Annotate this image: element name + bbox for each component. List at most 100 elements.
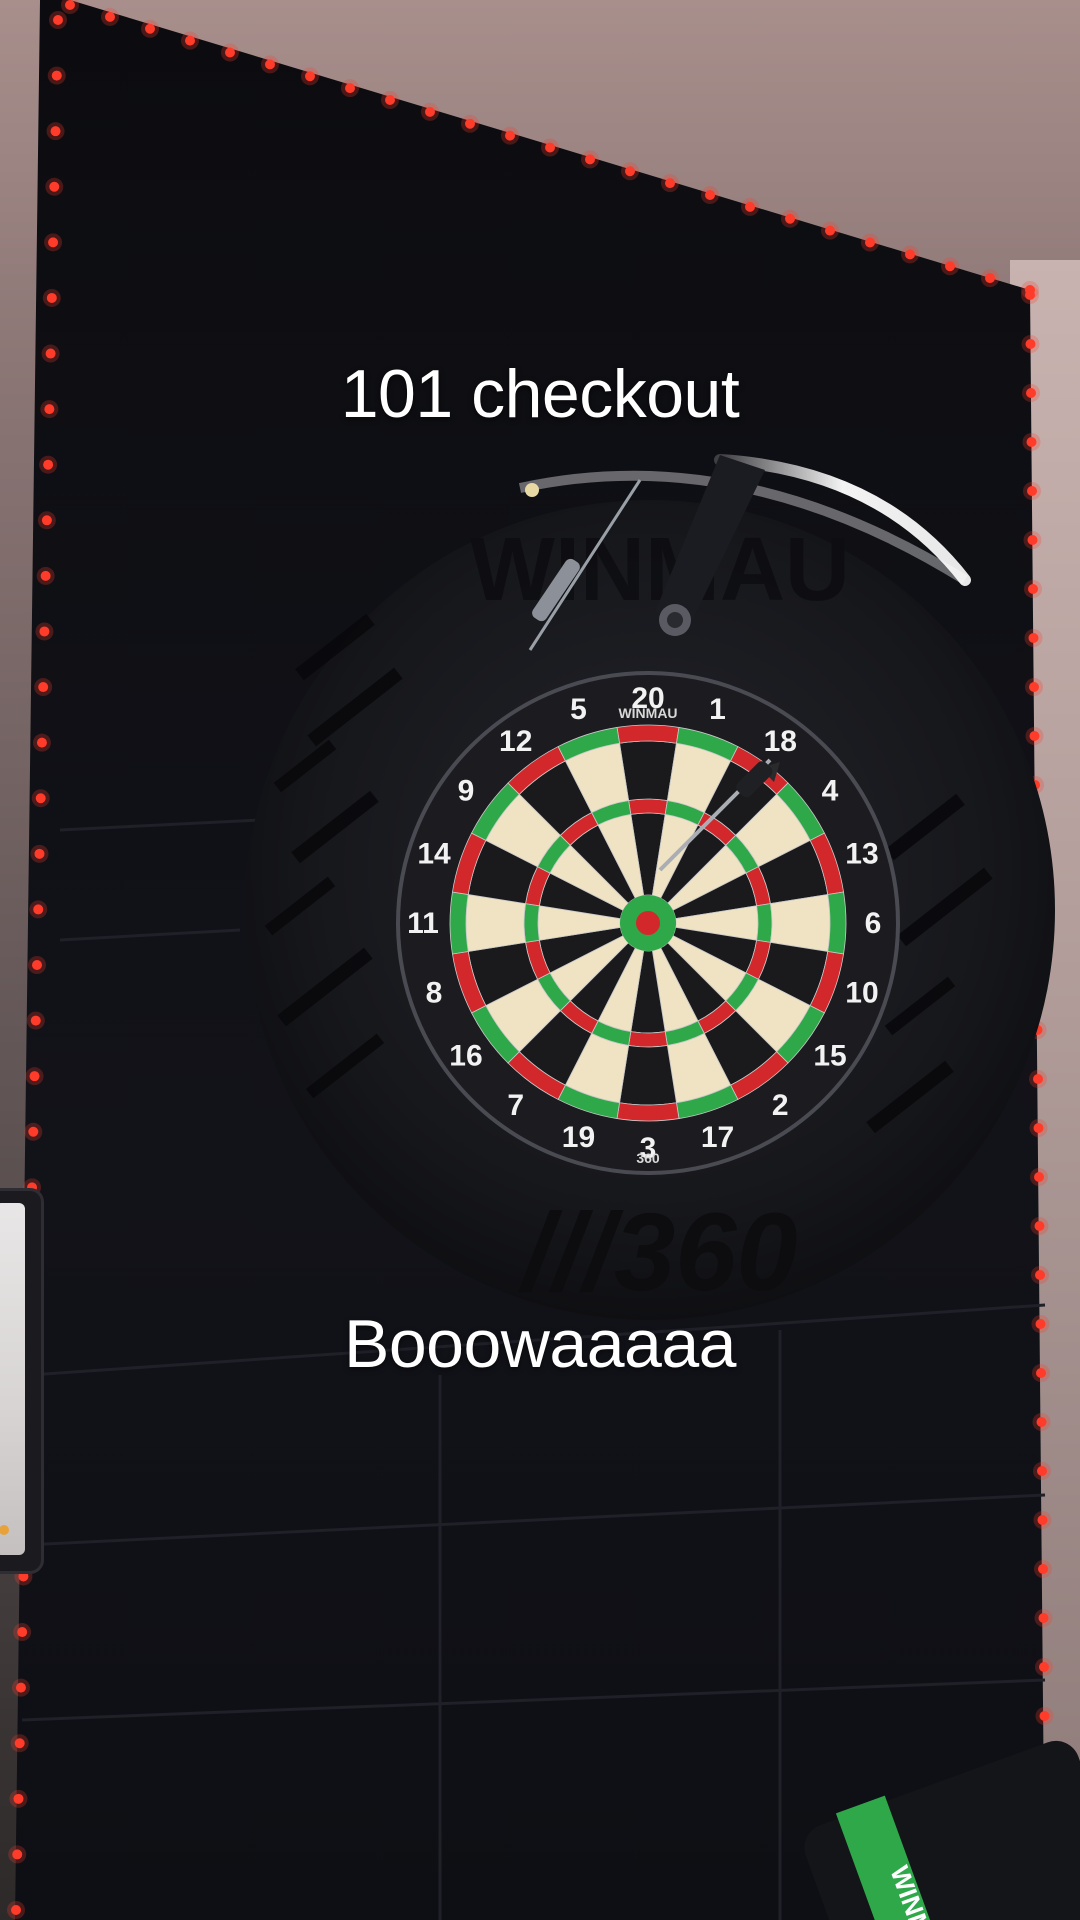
led-dot bbox=[41, 515, 52, 526]
outer-single-11 bbox=[465, 894, 526, 952]
led-dot bbox=[1039, 1711, 1050, 1721]
led-dot bbox=[1033, 1074, 1043, 1084]
led-dot bbox=[1028, 633, 1039, 643]
board-model-label: 360 bbox=[636, 1150, 660, 1166]
caption-top: 101 checkout bbox=[340, 356, 740, 432]
led-dot bbox=[36, 737, 47, 748]
led-dot bbox=[545, 142, 555, 153]
led-dot bbox=[1034, 1221, 1045, 1231]
led-dot bbox=[625, 166, 635, 177]
led-dot bbox=[40, 570, 51, 581]
led-dot bbox=[1037, 1515, 1048, 1525]
led-dot bbox=[1027, 535, 1038, 545]
led-dot bbox=[46, 292, 57, 303]
led-dot bbox=[13, 1793, 24, 1804]
double-11 bbox=[449, 891, 469, 955]
led-dot bbox=[1025, 339, 1036, 349]
board-number-6: 6 bbox=[865, 907, 882, 940]
double-20 bbox=[616, 724, 680, 744]
led-dot bbox=[1034, 1172, 1044, 1182]
led-dot bbox=[35, 793, 46, 804]
led-dot bbox=[905, 249, 915, 260]
led-dot bbox=[51, 70, 62, 81]
led-dot bbox=[425, 106, 435, 117]
dartboard: 20 11841361015217319716811149125 WINMAU360 bbox=[396, 671, 900, 1175]
led-dot bbox=[12, 1849, 23, 1860]
led-dot bbox=[145, 23, 155, 34]
led-dot bbox=[38, 682, 49, 693]
outer-single-6 bbox=[770, 894, 831, 952]
board-number-5: 5 bbox=[570, 693, 587, 726]
led-dot bbox=[585, 154, 595, 165]
bullseye bbox=[636, 911, 660, 935]
board-number-12: 12 bbox=[499, 725, 532, 758]
led-dot bbox=[50, 126, 61, 137]
caption-bottom: Booowaaaaa bbox=[343, 1306, 737, 1382]
double-6 bbox=[827, 891, 847, 955]
led-dot bbox=[225, 47, 235, 58]
board-number-4: 4 bbox=[822, 775, 839, 808]
board-number-8: 8 bbox=[426, 977, 443, 1010]
board-number-14: 14 bbox=[417, 837, 451, 870]
outer-single-20 bbox=[619, 740, 677, 801]
led-dot bbox=[1026, 437, 1037, 447]
led-dot bbox=[465, 118, 475, 129]
board-number-13: 13 bbox=[845, 837, 878, 870]
led-dot bbox=[1038, 1613, 1049, 1623]
led-dot bbox=[1029, 731, 1040, 741]
led-dot bbox=[15, 1682, 26, 1693]
led-dot bbox=[305, 71, 315, 82]
scene: ///360 WINMAU 20 1 18 4 13 6 10 15 2 17 3 19 7 16 8 11 1… bbox=[0, 0, 1080, 1920]
led-dot bbox=[505, 130, 515, 141]
treble-20 bbox=[628, 798, 668, 815]
led-dot bbox=[49, 181, 60, 192]
led-dot bbox=[34, 848, 45, 859]
board-number-17: 17 bbox=[701, 1121, 734, 1154]
led-dot bbox=[105, 11, 115, 22]
led-dot bbox=[385, 95, 395, 105]
led-dot bbox=[33, 904, 44, 915]
led-dot bbox=[865, 237, 875, 248]
led-dot bbox=[705, 190, 715, 200]
board-number-15: 15 bbox=[813, 1039, 846, 1072]
board-number-1: 1 bbox=[709, 693, 726, 726]
dart-backboard-panel: ///360 WINMAU 20 118413610152173197168111… bbox=[7, 0, 1080, 1920]
led-dot bbox=[1028, 584, 1038, 594]
led-dot bbox=[825, 225, 835, 236]
led-dot bbox=[39, 626, 50, 637]
led-dot bbox=[17, 1627, 28, 1638]
board-number-10: 10 bbox=[845, 977, 878, 1010]
board-number-18: 18 bbox=[764, 725, 797, 758]
board-number-11: 11 bbox=[407, 907, 439, 940]
led-dot bbox=[1029, 682, 1039, 692]
led-dot bbox=[53, 15, 63, 25]
board-number-19: 19 bbox=[562, 1121, 595, 1154]
led-dot bbox=[1038, 1564, 1048, 1574]
board-number-7: 7 bbox=[507, 1089, 524, 1122]
led-dot bbox=[11, 1905, 21, 1915]
outer-single-3 bbox=[619, 1045, 677, 1106]
board-number-9: 9 bbox=[458, 775, 475, 808]
led-dot bbox=[1037, 1466, 1047, 1476]
led-dot bbox=[1036, 1417, 1047, 1427]
led-dot bbox=[665, 178, 675, 189]
led-dot bbox=[945, 261, 955, 272]
led-dot bbox=[30, 1015, 41, 1026]
treble-3 bbox=[628, 1031, 668, 1048]
led-dot bbox=[1039, 1662, 1049, 1672]
led-dot bbox=[1025, 290, 1035, 300]
led-dot bbox=[1035, 1270, 1045, 1280]
led-dot bbox=[1027, 486, 1037, 496]
treble-6 bbox=[756, 903, 773, 943]
led-dot bbox=[185, 35, 195, 46]
led-dot bbox=[32, 960, 42, 970]
led-dot bbox=[29, 1071, 40, 1082]
led-dot bbox=[1033, 1123, 1044, 1133]
led-dot bbox=[28, 1126, 39, 1137]
led-dot bbox=[265, 59, 275, 70]
led-dot bbox=[14, 1738, 25, 1749]
surround-logo-bottom: ///360 bbox=[517, 1191, 797, 1314]
led-dot bbox=[48, 237, 59, 248]
led-dot bbox=[345, 83, 355, 94]
board-brand-label: WINMAU bbox=[618, 705, 677, 721]
